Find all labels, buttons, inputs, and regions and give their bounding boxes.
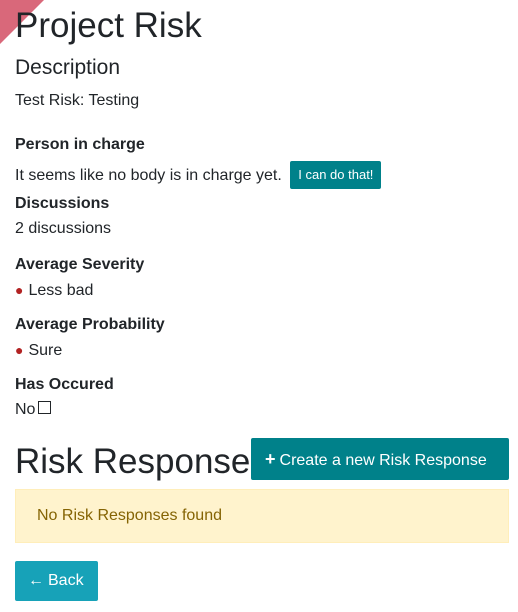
take-charge-button[interactable]: I can do that! [290, 161, 382, 189]
description-heading: Description [15, 56, 121, 79]
person-in-charge-label: Person in charge [15, 136, 145, 153]
discussions-value[interactable]: 2 discussions [15, 219, 111, 239]
empty-risk-responses-text: No Risk Responses found [37, 507, 222, 524]
back-button[interactable]: ← Back [15, 561, 98, 601]
risk-responses-heading: Risk Responses [15, 442, 268, 481]
average-probability-text: Sure [28, 342, 63, 359]
page-title: Project Risk [15, 6, 202, 45]
person-in-charge-value: It seems like no body is in charge yet. … [15, 161, 382, 190]
plus-icon: + [265, 449, 276, 469]
description-text: Test Risk: Testing [15, 92, 140, 109]
average-severity-label: Average Severity [15, 256, 145, 273]
arrow-left-icon: ← [28, 572, 44, 589]
create-risk-response-label: Create a new Risk Response [279, 452, 487, 469]
discussions-label: Discussions [15, 195, 110, 212]
create-risk-response-button[interactable]: + Create a new Risk Response [251, 438, 509, 480]
bullet-icon: ● [15, 282, 24, 298]
has-occured-value: No [15, 400, 52, 420]
average-severity-text: Less bad [28, 282, 94, 299]
has-occured-checkbox[interactable] [38, 401, 52, 415]
average-severity-value: ● Less bad [15, 280, 93, 301]
bullet-icon: ● [15, 342, 24, 358]
has-occured-label: Has Occured [15, 376, 114, 393]
has-occured-text: No [15, 401, 36, 418]
person-in-charge-text: It seems like no body is in charge yet. [15, 167, 282, 185]
average-probability-value: ● Sure [15, 340, 62, 361]
average-probability-label: Average Probability [15, 316, 165, 333]
empty-risk-responses-alert: No Risk Responses found [15, 489, 509, 543]
back-label: Back [48, 572, 84, 589]
